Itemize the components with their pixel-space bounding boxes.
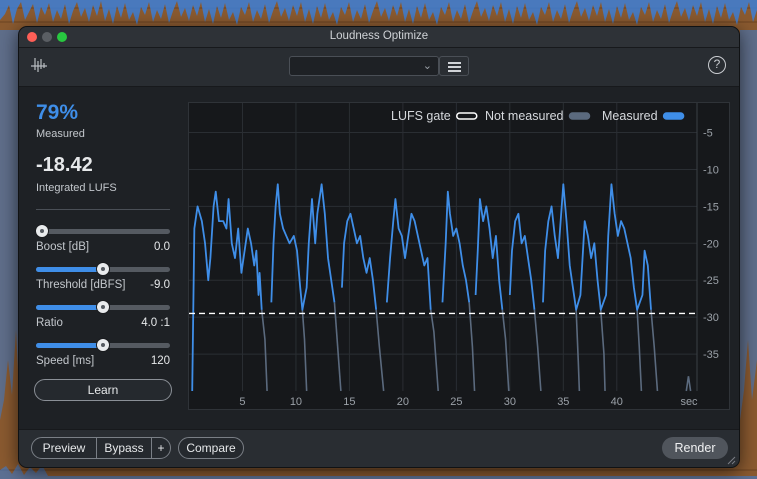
bottom-bar: Preview Bypass + Compare Render [19, 429, 739, 467]
measured-label: Measured [36, 128, 85, 140]
render-button[interactable]: Render [662, 437, 728, 459]
not-measured-segment [301, 309, 308, 392]
y-tick-label: -10 [703, 164, 719, 176]
slider-thumb[interactable] [97, 263, 109, 275]
resize-grip-icon[interactable] [727, 456, 736, 465]
x-tick-label: 15 [343, 396, 355, 408]
preview-button[interactable]: Preview [31, 437, 97, 459]
measured-line [441, 190, 471, 303]
x-tick-label: 10 [290, 396, 302, 408]
x-tick-label: 5 [239, 396, 245, 408]
preset-menu-button[interactable] [439, 56, 469, 76]
not-measured-segment [575, 309, 581, 392]
learn-button[interactable]: Learn [34, 379, 172, 401]
ratio-slider[interactable] [36, 301, 170, 313]
boost-value[interactable]: 0.0 [154, 241, 170, 253]
loudness-chart: -5 -10 -15 -20 -25 -30 -35 5 10 15 20 25 30 35 40 sec LU… [189, 103, 719, 408]
integrated-lufs-label: Integrated LUFS [36, 182, 117, 194]
boost-slider[interactable] [36, 225, 170, 237]
ratio-label: Ratio [36, 317, 63, 329]
measured-line [341, 212, 378, 310]
legend-measured-swatch [662, 112, 685, 120]
module-logo-icon [31, 58, 47, 72]
title-bar: Loudness Optimize [19, 27, 739, 48]
integrated-lufs-value: -18.42 [36, 154, 93, 176]
not-measured-segment [468, 302, 476, 392]
help-button[interactable]: ? [708, 56, 726, 74]
speed-value[interactable]: 120 [151, 355, 170, 367]
legend-not-measured-swatch [568, 112, 591, 120]
not-measured-segment [599, 309, 606, 392]
measured-line [508, 212, 536, 310]
y-tick-label: -20 [703, 238, 719, 250]
slider-thumb[interactable] [36, 225, 48, 237]
x-tick-label: 30 [504, 396, 516, 408]
not-measured-segment [333, 302, 342, 392]
compare-button[interactable]: Compare [178, 437, 244, 459]
not-measured-segment [533, 309, 542, 392]
legend-gate-label: LUFS gate [391, 109, 451, 123]
speed-slider[interactable] [36, 339, 170, 351]
not-measured-segment [650, 309, 659, 392]
add-bypass-button[interactable]: + [151, 437, 171, 459]
not-measured-segment [685, 376, 692, 392]
loudness-optimize-window: Loudness Optimize ⌄ ? 79% Measured -18.4… [18, 26, 740, 468]
threshold-label: Threshold [dBFS] [36, 279, 126, 291]
measured-line [542, 183, 652, 311]
measured-line [270, 183, 336, 311]
loudness-graph: -5 -10 -15 -20 -25 -30 -35 5 10 15 20 25 30 35 40 sec LU… [188, 102, 730, 410]
ratio-value[interactable]: 4.0 :1 [141, 317, 170, 329]
toolbar: ⌄ ? [19, 48, 739, 87]
y-tick-label: -35 [703, 349, 719, 361]
hamburger-menu-icon [448, 62, 461, 64]
measured-line [191, 190, 263, 392]
not-measured-segment [636, 309, 643, 392]
y-tick-label: -15 [703, 201, 719, 213]
measured-line [474, 198, 504, 310]
not-measured-segment [260, 309, 268, 392]
controls-panel: 79% Measured -18.42 Integrated LUFS Boos… [19, 87, 185, 429]
main-panel: 79% Measured -18.42 Integrated LUFS Boos… [19, 87, 739, 429]
legend-gate-swatch [456, 112, 478, 120]
boost-label: Boost [dB] [36, 241, 90, 253]
chevron-down-icon: ⌄ [422, 60, 432, 72]
not-measured-segment [375, 309, 385, 392]
legend-measured-label: Measured [602, 109, 658, 123]
x-axis-label: sec [680, 396, 698, 408]
measured-line [385, 198, 432, 310]
measured-percentage: 79% [36, 101, 79, 124]
not-measured-segment [501, 309, 510, 392]
x-tick-label: 35 [557, 396, 569, 408]
threshold-value[interactable]: -9.0 [150, 279, 170, 291]
slider-thumb[interactable] [97, 339, 109, 351]
divider [36, 209, 170, 210]
bypass-button[interactable]: Bypass [96, 437, 152, 459]
y-tick-label: -5 [703, 128, 713, 140]
slider-thumb[interactable] [97, 301, 109, 313]
threshold-slider[interactable] [36, 263, 170, 275]
not-measured-segment [429, 309, 439, 392]
preset-dropdown[interactable]: ⌄ [289, 56, 439, 76]
window-title: Loudness Optimize [329, 30, 429, 42]
legend-not-measured-label: Not measured [485, 109, 564, 123]
x-tick-label: 20 [397, 396, 409, 408]
y-tick-label: -30 [703, 312, 719, 324]
y-tick-label: -25 [703, 275, 719, 287]
x-tick-label: 25 [450, 396, 462, 408]
speed-label: Speed [ms] [36, 355, 95, 367]
x-tick-label: 40 [611, 396, 623, 408]
